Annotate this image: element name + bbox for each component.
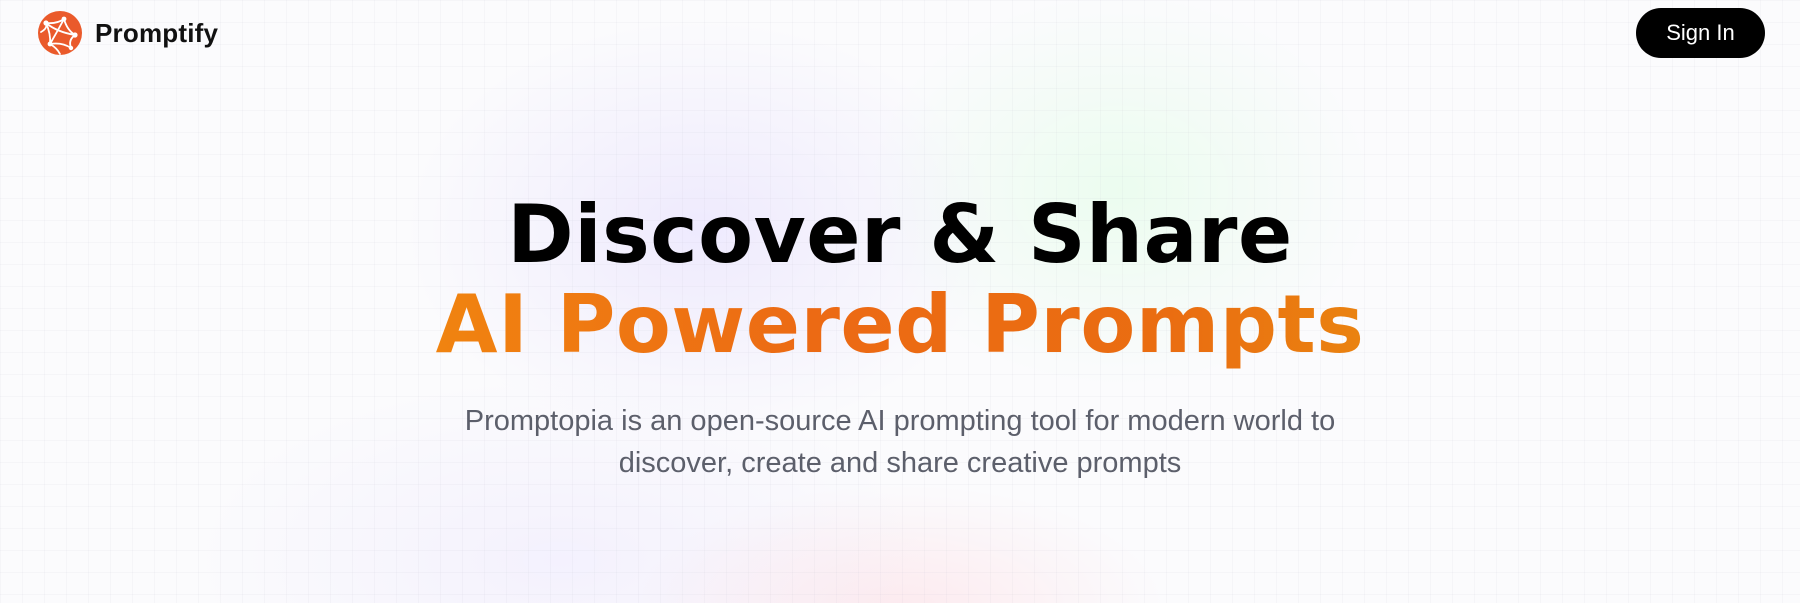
hero-description: Promptopia is an open-source AI promptin… bbox=[464, 405, 1336, 479]
sign-in-button[interactable]: Sign In bbox=[1636, 8, 1765, 58]
headline-primary: Discover & Share bbox=[507, 188, 1293, 281]
brand-link[interactable]: Promptify bbox=[37, 10, 218, 56]
hero-headline: Discover & Share AI Powered Prompts bbox=[0, 190, 1800, 370]
headline-accent: AI Powered Prompts bbox=[0, 280, 1800, 370]
globe-network-icon bbox=[38, 11, 82, 55]
brand-name: Promptify bbox=[95, 17, 219, 48]
top-navigation: Promptify Sign In bbox=[0, 0, 1800, 66]
hero-section: Discover & Share AI Powered Prompts Prom… bbox=[0, 190, 1800, 484]
